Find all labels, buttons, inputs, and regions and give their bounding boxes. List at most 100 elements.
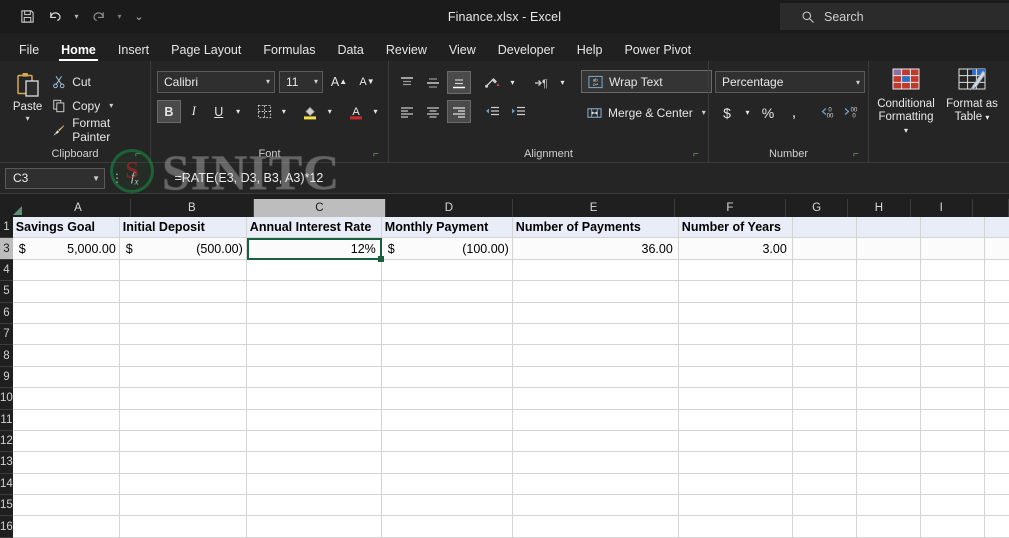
cell-a3[interactable]: $ 5,000.00 <box>12 238 120 260</box>
cell-a10[interactable] <box>12 388 120 410</box>
column-header-d[interactable]: D <box>385 199 514 217</box>
cell-e15[interactable] <box>512 495 679 517</box>
cell-c15[interactable] <box>246 495 382 517</box>
font-size-caret-icon[interactable]: ▾ <box>308 77 318 86</box>
cell-h12[interactable] <box>856 430 921 453</box>
cell-e5[interactable] <box>512 281 679 303</box>
cell-f9[interactable] <box>678 366 793 389</box>
cell-f1[interactable]: Number of Years <box>678 217 793 239</box>
cell-g1[interactable] <box>792 217 857 239</box>
cell-b13[interactable] <box>119 452 247 474</box>
cell-e3[interactable]: 36.00 <box>512 238 679 260</box>
row-header-11[interactable]: 11 <box>0 410 13 431</box>
cell-i11[interactable] <box>920 409 985 431</box>
cell-j10[interactable] <box>984 388 1009 410</box>
cell-h1[interactable] <box>856 217 921 239</box>
cell-h13[interactable] <box>856 452 921 474</box>
cell-i10[interactable] <box>920 388 985 410</box>
cell-j9[interactable] <box>984 366 1009 389</box>
cell-d6[interactable] <box>381 302 513 324</box>
paste-caret-icon[interactable]: ▾ <box>26 115 30 123</box>
cell-e9[interactable] <box>512 366 679 389</box>
cell-g11[interactable] <box>792 409 857 431</box>
cell-j14[interactable] <box>984 473 1009 496</box>
text-direction-button[interactable]: ¶ <box>530 71 554 94</box>
select-all-corner[interactable] <box>0 199 27 217</box>
cell-d16[interactable] <box>381 516 513 538</box>
cell-h6[interactable] <box>856 302 921 324</box>
cell-c8[interactable] <box>246 345 382 367</box>
cell-e7[interactable] <box>512 323 679 346</box>
cell-a14[interactable] <box>12 473 120 496</box>
format-painter-button[interactable]: Format Painter <box>49 116 144 144</box>
cell-h3[interactable] <box>856 238 921 260</box>
tab-file[interactable]: File <box>8 43 50 62</box>
cell-e11[interactable] <box>512 409 679 431</box>
cell-c16[interactable] <box>246 516 382 538</box>
cell-c14[interactable] <box>246 473 382 496</box>
column-header-h[interactable]: H <box>848 199 911 217</box>
cell-i1[interactable] <box>920 217 985 239</box>
cell-b7[interactable] <box>119 323 247 346</box>
cell-c12[interactable] <box>246 430 382 453</box>
row-header-1[interactable]: 1 <box>0 217 13 239</box>
cell-g13[interactable] <box>792 452 857 474</box>
save-icon[interactable] <box>14 5 40 29</box>
row-header-3[interactable]: 3 <box>0 238 13 260</box>
format-as-table-button[interactable]: Format as Table ▾ <box>941 67 1003 163</box>
cell-c5[interactable] <box>246 281 382 303</box>
formula-input[interactable]: =RATE(E3, D3, B3, A3)*12 <box>148 171 1009 185</box>
comma-style-button[interactable]: , <box>782 101 806 124</box>
cell-j11[interactable] <box>984 409 1009 431</box>
increase-font-size-button[interactable]: A ▲ <box>327 70 351 93</box>
cell-c4[interactable] <box>246 259 382 282</box>
tab-data[interactable]: Data <box>326 43 374 62</box>
tab-insert[interactable]: Insert <box>107 43 160 62</box>
cell-g6[interactable] <box>792 302 857 324</box>
cell-c9[interactable] <box>246 366 382 389</box>
cell-g12[interactable] <box>792 430 857 453</box>
cell-c13[interactable] <box>246 452 382 474</box>
cell-d13[interactable] <box>381 452 513 474</box>
align-middle-button[interactable] <box>421 71 445 94</box>
cell-a1[interactable]: Savings Goal <box>12 217 120 239</box>
copy-caret-icon[interactable]: ▾ <box>109 101 113 110</box>
column-header-f[interactable]: F <box>674 199 786 217</box>
cell-j7[interactable] <box>984 323 1009 346</box>
cell-a5[interactable] <box>12 281 120 303</box>
column-header-e[interactable]: E <box>513 199 675 217</box>
cell-f15[interactable] <box>678 495 793 517</box>
name-box[interactable]: C3 ▼ <box>5 167 105 189</box>
column-header-i[interactable]: I <box>910 199 973 217</box>
align-right-button[interactable] <box>447 100 471 123</box>
formula-bar-more-icon[interactable]: ⋮ <box>105 171 129 185</box>
increase-decimal-button[interactable]: 0 00 <box>816 101 838 124</box>
cell-d5[interactable] <box>381 281 513 303</box>
cell-h16[interactable] <box>856 516 921 538</box>
increase-indent-button[interactable] <box>506 100 530 123</box>
bold-button[interactable]: B <box>157 100 181 123</box>
cell-f4[interactable] <box>678 259 793 282</box>
font-color-caret-icon[interactable]: ▾ <box>369 100 382 123</box>
cell-d8[interactable] <box>381 345 513 367</box>
cell-b10[interactable] <box>119 388 247 410</box>
cell-d3[interactable]: $ (100.00) <box>381 238 513 260</box>
cell-i8[interactable] <box>920 345 985 367</box>
alignment-dialog-launcher-icon[interactable]: ⌐ <box>693 149 704 160</box>
cell-b9[interactable] <box>119 366 247 389</box>
cell-b16[interactable] <box>119 516 247 538</box>
cell-a7[interactable] <box>12 323 120 346</box>
cell-j16[interactable] <box>984 516 1009 538</box>
merge-center-button[interactable]: Merge & Center ▾ <box>581 101 712 124</box>
cell-e13[interactable] <box>512 452 679 474</box>
cell-d1[interactable]: Monthly Payment <box>381 217 513 239</box>
paste-button[interactable]: Paste ▾ <box>6 66 49 140</box>
cell-a4[interactable] <box>12 259 120 282</box>
italic-button[interactable]: I <box>182 100 206 123</box>
cell-h9[interactable] <box>856 366 921 389</box>
cell-e8[interactable] <box>512 345 679 367</box>
cell-h11[interactable] <box>856 409 921 431</box>
borders-button[interactable] <box>253 100 277 123</box>
cell-g9[interactable] <box>792 366 857 389</box>
cell-j6[interactable] <box>984 302 1009 324</box>
